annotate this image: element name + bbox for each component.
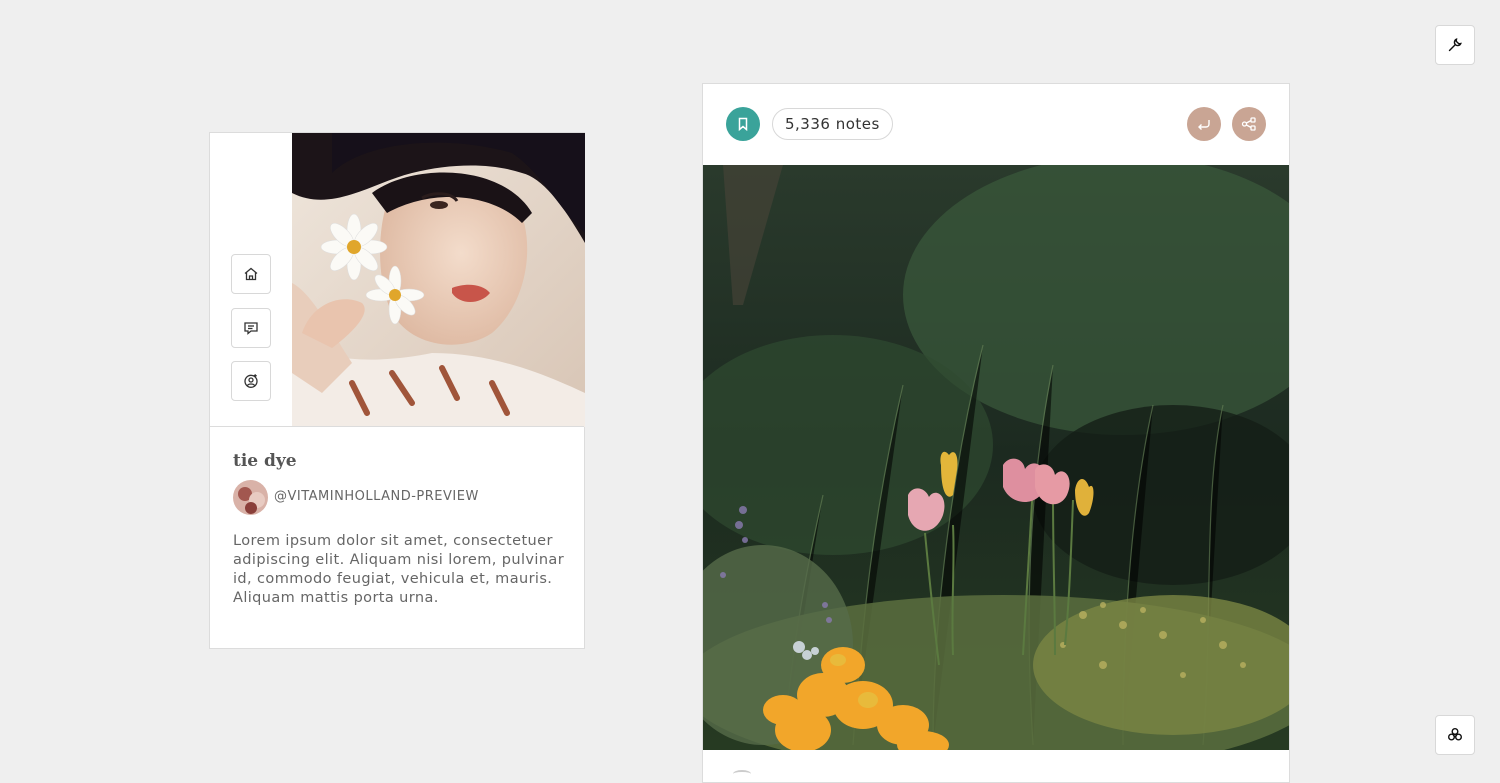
blog-title: tie dye (233, 451, 297, 471)
share-button[interactable] (1232, 107, 1266, 141)
theme-icon (1448, 728, 1462, 741)
blog-sidebar-card: tie dye @VITAMINHOLLAND-PREVIEW Lorem ip… (209, 132, 585, 649)
reblog-button[interactable] (1187, 107, 1221, 141)
follow-button[interactable] (231, 361, 271, 401)
avatar[interactable] (233, 480, 268, 515)
customize-button[interactable] (1435, 25, 1475, 65)
user-follow-icon (244, 374, 258, 388)
card-divider (210, 426, 584, 427)
message-button[interactable] (231, 308, 271, 348)
bookmark-button[interactable] (726, 107, 760, 141)
notes-count[interactable]: 5,336 notes (772, 108, 893, 140)
wrench-icon (1448, 38, 1462, 52)
blog-description: Lorem ipsum dolor sit amet, consectetuer… (233, 533, 565, 606)
home-icon (244, 267, 258, 281)
blog-handle[interactable]: @VITAMINHOLLAND-PREVIEW (274, 489, 479, 504)
portrait-image (292, 133, 585, 427)
share-icon (1241, 117, 1256, 131)
post-photo (703, 165, 1289, 750)
post-footer-avatar-icon (733, 770, 751, 778)
theme-button[interactable] (1435, 715, 1475, 755)
message-icon (244, 322, 258, 335)
sidebar-nav (210, 133, 292, 427)
post-card: 5,336 notes (702, 83, 1290, 783)
bookmark-icon (738, 117, 748, 131)
reblog-icon (1198, 120, 1210, 130)
home-button[interactable] (231, 254, 271, 294)
